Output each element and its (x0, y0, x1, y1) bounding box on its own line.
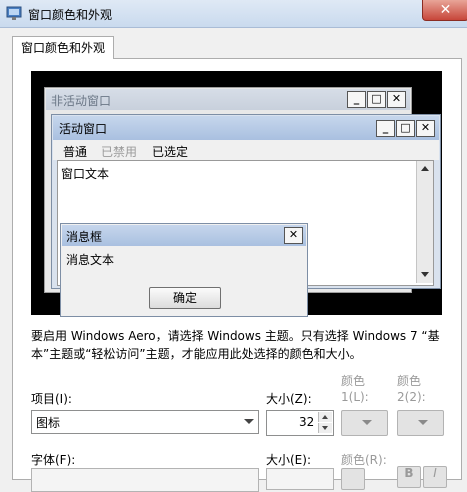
item-label: 项目(I): (31, 392, 72, 406)
chevron-down-icon (362, 420, 372, 425)
message-box-titlebar: 消息框 ✕ (62, 225, 306, 246)
inactive-window-titlebar: 非活动窗口 _ □ ✕ (46, 89, 410, 110)
maximize-icon: □ (367, 91, 386, 108)
close-icon: ✕ (387, 91, 406, 108)
preview-scrollbar[interactable] (416, 161, 433, 283)
chevron-down-icon (244, 419, 254, 424)
close-icon: ✕ (416, 120, 435, 137)
menu-item-selected[interactable]: 已选定 (152, 143, 188, 160)
scroll-down-icon (421, 272, 429, 277)
color2-label-line1: 颜色 (397, 374, 422, 388)
message-box-title: 消息框 (66, 230, 103, 244)
font-size-select[interactable] (266, 468, 334, 490)
font-label: 字体(F): (31, 453, 76, 467)
scroll-up-icon (421, 166, 429, 171)
color1-label-line2: 1(L): (341, 390, 369, 404)
close-icon: ✕ (439, 2, 452, 18)
spin-down-button[interactable] (318, 423, 332, 433)
window-text: 窗口文本 (61, 167, 110, 181)
font-color-button[interactable] (341, 468, 365, 490)
active-window-title: 活动窗口 (59, 122, 108, 136)
chevron-down-icon (418, 420, 428, 425)
menu-item-normal[interactable]: 普通 (63, 143, 87, 160)
display-settings-icon (6, 6, 22, 20)
italic-button[interactable]: I (423, 466, 447, 488)
window-close-button[interactable]: ✕ (422, 0, 467, 21)
aero-description: 要启用 Windows Aero，请选择 Windows 主题。只有选择 Win… (31, 329, 440, 361)
message-text: 消息文本 (66, 253, 115, 267)
menu-item-disabled[interactable]: 已禁用 (101, 143, 137, 160)
maximize-icon: □ (396, 120, 415, 137)
preview-message-box[interactable]: 消息框 ✕ 消息文本 确定 (60, 223, 308, 317)
inactive-window-title: 非活动窗口 (51, 94, 112, 108)
window-title: 窗口颜色和外观 (28, 8, 113, 22)
bold-label: B (404, 466, 414, 480)
tab-window-color[interactable]: 窗口颜色和外观 (12, 36, 115, 59)
font-select[interactable] (31, 468, 259, 492)
item-select-value: 图标 (36, 416, 61, 430)
color1-button[interactable] (341, 410, 388, 436)
spin-down-icon (322, 426, 328, 430)
item-select[interactable]: 图标 (31, 410, 259, 434)
active-window-titlebar: 活动窗口 _ □ ✕ (53, 116, 439, 140)
color1-label-line1: 颜色 (341, 374, 366, 388)
color2-label-line2: 2(2): (397, 390, 426, 404)
size-spinner[interactable]: 32 (266, 410, 334, 436)
preview-menubar: 普通 已禁用 已选定 (53, 140, 439, 160)
ok-button[interactable]: 确定 (149, 287, 221, 309)
size-value: 32 (299, 415, 315, 429)
bold-button[interactable]: B (397, 466, 421, 488)
minimize-icon: _ (376, 120, 395, 137)
color2-button[interactable] (397, 410, 444, 436)
size-label: 大小(Z): (266, 392, 312, 406)
minimize-icon: _ (347, 91, 366, 108)
spin-up-icon (322, 415, 328, 419)
spin-up-button[interactable] (318, 412, 332, 422)
font-size-label: 大小(E): (266, 453, 311, 467)
italic-label: I (433, 466, 437, 480)
font-color-label: 颜色(R): (341, 453, 387, 467)
close-icon: ✕ (284, 227, 303, 244)
